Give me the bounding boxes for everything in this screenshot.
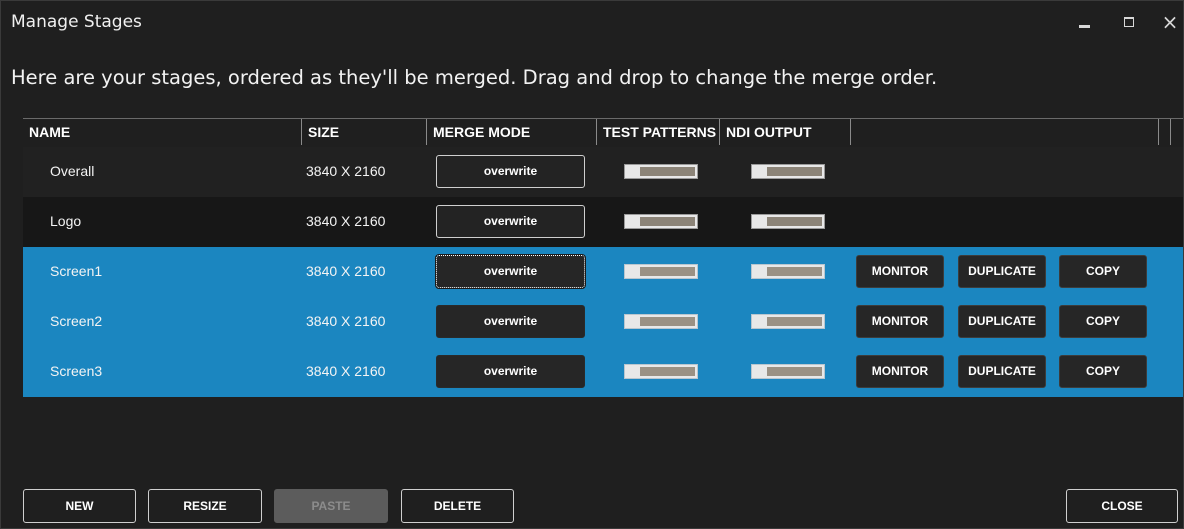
delete-button[interactable]: DELETE (401, 489, 514, 523)
column-divider[interactable] (1170, 119, 1171, 145)
table-row[interactable]: Screen3 3840 X 2160 overwrite MONITOR DU… (23, 347, 1183, 397)
ndi-output-toggle[interactable] (751, 314, 825, 329)
column-header-merge-mode[interactable]: MERGE MODE (427, 119, 596, 147)
minimize-icon[interactable] (1074, 11, 1096, 33)
test-patterns-toggle[interactable] (624, 214, 698, 229)
column-header-ndi-output[interactable]: NDI OUTPUT (720, 119, 850, 147)
test-patterns-toggle[interactable] (624, 264, 698, 279)
new-button[interactable]: NEW (23, 489, 136, 523)
table-row[interactable]: Screen2 3840 X 2160 overwrite MONITOR DU… (23, 297, 1183, 347)
resize-button[interactable]: RESIZE (148, 489, 262, 523)
stage-size: 3840 X 2160 (306, 263, 386, 279)
close-window-icon[interactable]: × (1159, 11, 1181, 33)
monitor-button[interactable]: MONITOR (856, 255, 944, 288)
duplicate-button[interactable]: DUPLICATE (958, 355, 1046, 388)
window-title: Manage Stages (11, 12, 142, 32)
copy-button[interactable]: COPY (1059, 255, 1147, 288)
test-patterns-toggle[interactable] (624, 364, 698, 379)
duplicate-button[interactable]: DUPLICATE (958, 255, 1046, 288)
monitor-button[interactable]: MONITOR (856, 305, 944, 338)
ndi-output-toggle[interactable] (751, 164, 825, 179)
table-row[interactable]: Logo 3840 X 2160 overwrite (23, 197, 1183, 247)
paste-button[interactable]: PASTE (274, 489, 388, 523)
stage-size: 3840 X 2160 (306, 313, 386, 329)
close-button[interactable]: CLOSE (1066, 489, 1178, 523)
ndi-output-toggle[interactable] (751, 364, 825, 379)
ndi-output-toggle[interactable] (751, 214, 825, 229)
manage-stages-window: Manage Stages × Here are your stages, or… (0, 0, 1184, 529)
merge-mode-button[interactable]: overwrite (436, 205, 585, 238)
stage-name: Overall (50, 163, 95, 179)
title-bar[interactable]: Manage Stages × (1, 1, 1183, 41)
merge-mode-button[interactable]: overwrite (435, 254, 586, 289)
stage-name: Logo (50, 213, 82, 229)
column-header-test-patterns[interactable]: TEST PATTERNS (597, 119, 719, 147)
ndi-output-toggle[interactable] (751, 264, 825, 279)
stage-name: Screen1 (50, 263, 103, 279)
monitor-button[interactable]: MONITOR (856, 355, 944, 388)
maximize-icon[interactable] (1118, 11, 1140, 33)
copy-button[interactable]: COPY (1059, 355, 1147, 388)
stage-name: Screen3 (50, 363, 103, 379)
column-divider[interactable] (1158, 119, 1159, 145)
stage-size: 3840 X 2160 (306, 213, 386, 229)
stage-size: 3840 X 2160 (306, 163, 386, 179)
column-divider[interactable] (850, 119, 851, 145)
column-header-size[interactable]: SIZE (302, 119, 426, 147)
merge-mode-button[interactable]: overwrite (436, 305, 585, 338)
instructions-text: Here are your stages, ordered as they'll… (11, 66, 938, 89)
merge-mode-button[interactable]: overwrite (436, 155, 585, 188)
merge-mode-button[interactable]: overwrite (436, 355, 585, 388)
test-patterns-toggle[interactable] (624, 164, 698, 179)
table-header: NAME SIZE MERGE MODE TEST PATTERNS NDI O… (23, 118, 1183, 148)
test-patterns-toggle[interactable] (624, 314, 698, 329)
column-header-name[interactable]: NAME (23, 119, 301, 147)
stage-size: 3840 X 2160 (306, 363, 386, 379)
stage-name: Screen2 (50, 313, 103, 329)
table-row[interactable]: Screen1 3840 X 2160 overwrite MONITOR DU… (23, 247, 1183, 297)
copy-button[interactable]: COPY (1059, 305, 1147, 338)
table-row[interactable]: Overall 3840 X 2160 overwrite (23, 147, 1183, 197)
duplicate-button[interactable]: DUPLICATE (958, 305, 1046, 338)
